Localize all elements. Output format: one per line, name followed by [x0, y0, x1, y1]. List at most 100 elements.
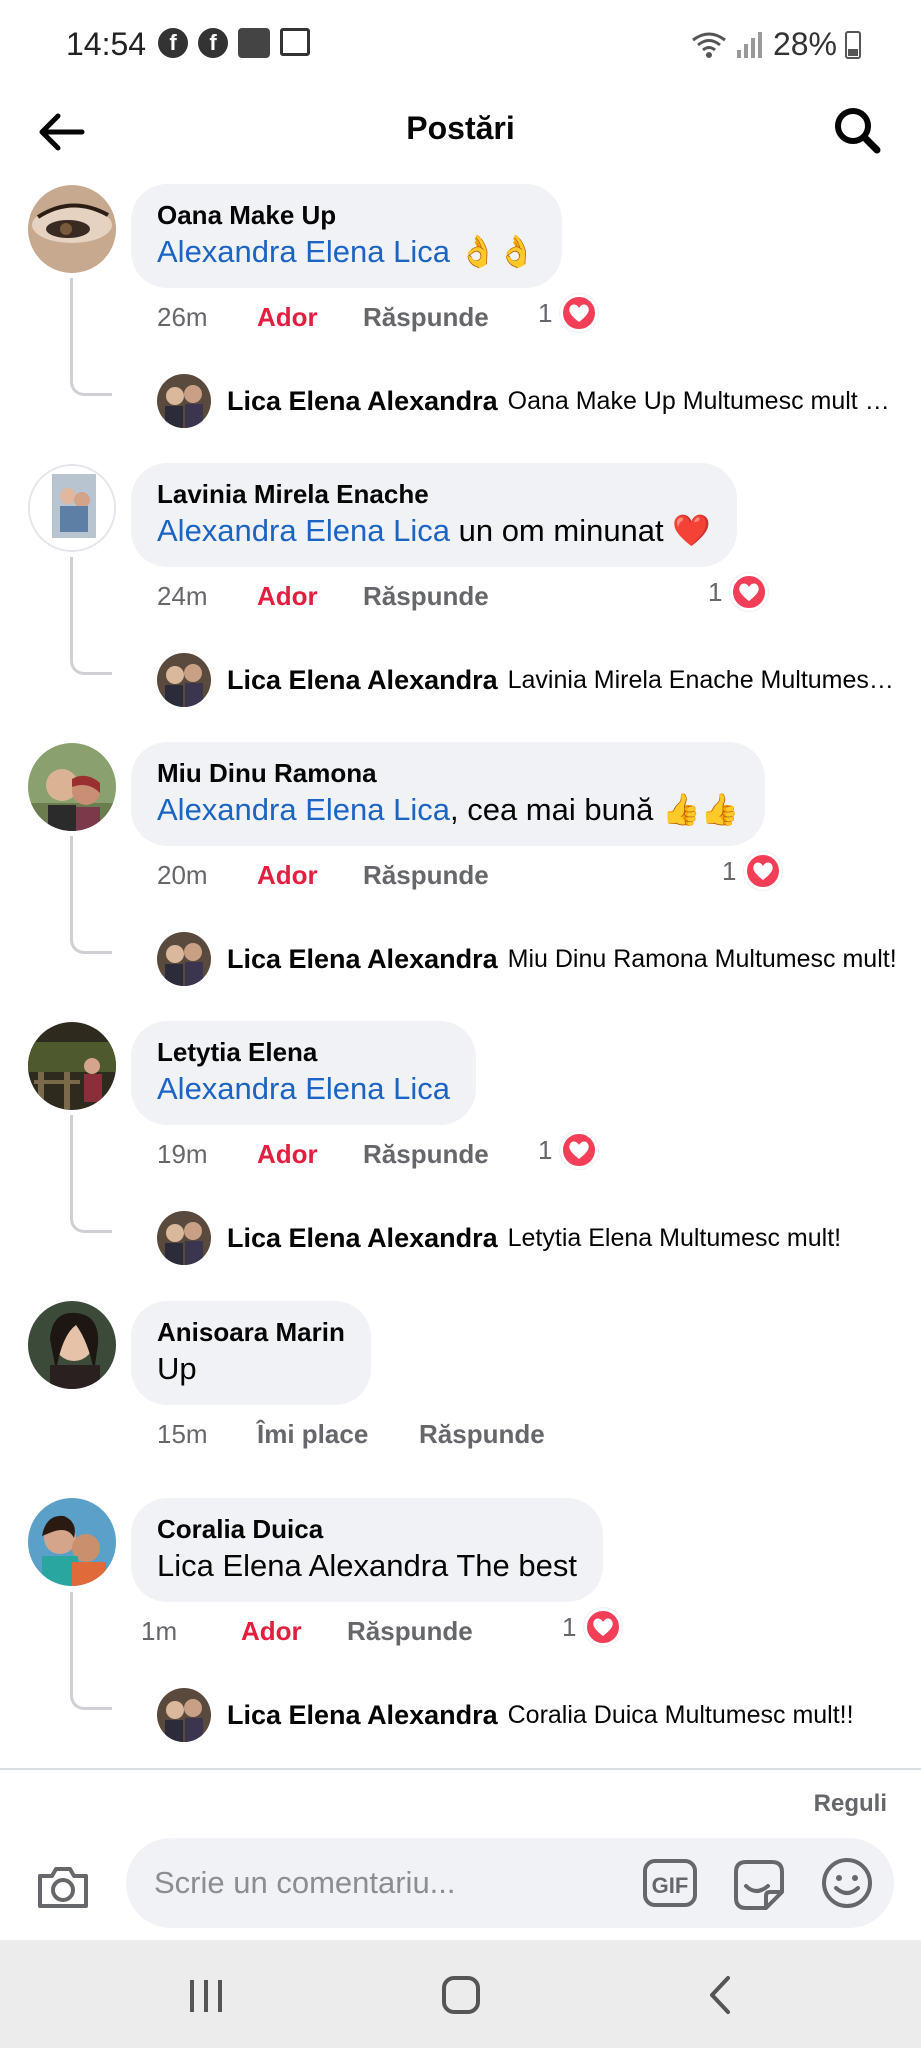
- avatar[interactable]: [28, 185, 116, 273]
- reaction-number: 1: [562, 1611, 577, 1642]
- battery-icon: [845, 30, 861, 59]
- battery-percent: 28%: [772, 26, 837, 62]
- status-right: 28%: [691, 26, 861, 63]
- comment-input[interactable]: [154, 1838, 614, 1928]
- mention-link[interactable]: Alexandra Elena Lica: [157, 513, 450, 548]
- comment-author[interactable]: Miu Dinu Ramona: [157, 756, 739, 790]
- comment-time: 26m: [157, 302, 208, 332]
- reply-text: Letytia Elena Multumesc mult!: [507, 1223, 842, 1252]
- rules-link[interactable]: Reguli: [814, 1790, 887, 1818]
- reply-avatar: [157, 1211, 211, 1265]
- svg-text:GIF: GIF: [652, 1873, 689, 1898]
- reply-author: Lica Elena Alexandra: [227, 1699, 498, 1730]
- heart-reaction-icon: [744, 852, 783, 890]
- reply-text: Lavinia Mirela Enache Multumesc mult!: [507, 665, 897, 694]
- comment-author[interactable]: Lavinia Mirela Enache: [157, 477, 711, 511]
- avatar[interactable]: [28, 1022, 116, 1110]
- comment-bubble[interactable]: Coralia Duica Lica Elena Alexandra The b…: [131, 1498, 603, 1602]
- reply-author: Lica Elena Alexandra: [227, 943, 498, 974]
- thread-line: [70, 278, 112, 396]
- page-title: Postări: [406, 110, 515, 146]
- reaction-count[interactable]: 1: [538, 1131, 599, 1169]
- thread-line: [70, 557, 112, 675]
- avatar[interactable]: [28, 1301, 116, 1389]
- reply-author: Lica Elena Alexandra: [227, 1222, 498, 1253]
- emoji-icon[interactable]: [820, 1856, 874, 1910]
- avatar[interactable]: [28, 1498, 116, 1586]
- comment-text: , cea mai bună 👍👍: [449, 792, 740, 827]
- header: Postări: [0, 90, 921, 182]
- reply-preview[interactable]: Lica Elena Alexandra Miu Dinu Ramona Mul…: [157, 932, 897, 986]
- reply-button[interactable]: Răspunde: [363, 1139, 489, 1170]
- comment-text: Lica Elena Alexandra The best: [157, 1548, 577, 1583]
- like-button[interactable]: Ador: [257, 302, 363, 333]
- avatar[interactable]: [28, 464, 116, 552]
- app-notification-icon: [238, 28, 270, 58]
- reply-author: Lica Elena Alexandra: [227, 664, 498, 695]
- reply-button[interactable]: Răspunde: [363, 302, 489, 333]
- reaction-count[interactable]: 1: [538, 294, 599, 332]
- comment-time: 15m: [157, 1419, 208, 1449]
- comment-actions: 24m Ador Răspunde: [157, 581, 489, 612]
- heart-reaction-icon: [560, 1131, 599, 1169]
- reply-button[interactable]: Răspunde: [347, 1616, 473, 1647]
- comment-bubble[interactable]: Anisoara Marin Up: [131, 1301, 371, 1405]
- status-bar: 14:54 f f 28%: [0, 0, 921, 90]
- comment-author[interactable]: Oana Make Up: [157, 198, 536, 232]
- reply-text: Coralia Duica Multumesc mult!!: [507, 1700, 854, 1729]
- comment-text: 👌👌: [449, 234, 536, 269]
- reply-preview[interactable]: Lica Elena Alexandra Oana Make Up Multum…: [157, 374, 897, 428]
- reply-text: Oana Make Up Multumesc mult mult!: [507, 386, 897, 415]
- comment-time: 1m: [141, 1616, 178, 1646]
- reply-preview[interactable]: Lica Elena Alexandra Letytia Elena Multu…: [157, 1211, 897, 1265]
- reply-button[interactable]: Răspunde: [363, 860, 489, 891]
- comment-bubble[interactable]: Miu Dinu Ramona Alexandra Elena Lica, ce…: [131, 742, 766, 846]
- comment-actions: 20m Ador Răspunde: [157, 860, 489, 891]
- comment-actions: 15m Îmi place Răspunde: [157, 1419, 545, 1450]
- reply-preview[interactable]: Lica Elena Alexandra Coralia Duica Multu…: [157, 1688, 897, 1742]
- reply-button[interactable]: Răspunde: [419, 1419, 545, 1450]
- nav-back-icon[interactable]: [700, 1974, 740, 2016]
- system-navigation-bar: [0, 1940, 921, 2048]
- reaction-count[interactable]: 1: [722, 852, 783, 890]
- comment-author[interactable]: Letytia Elena: [157, 1035, 450, 1069]
- heart-reaction-icon: [560, 294, 599, 332]
- home-icon[interactable]: [440, 1974, 482, 2016]
- reply-button[interactable]: Răspunde: [363, 581, 489, 612]
- recent-apps-icon[interactable]: [186, 1976, 226, 2016]
- reply-preview[interactable]: Lica Elena Alexandra Lavinia Mirela Enac…: [157, 653, 897, 707]
- comment-bubble[interactable]: Lavinia Mirela Enache Alexandra Elena Li…: [131, 463, 737, 567]
- comment-bubble[interactable]: Letytia Elena Alexandra Elena Lica: [131, 1021, 476, 1125]
- image-notification-icon: [280, 28, 310, 56]
- heart-reaction-icon: [730, 573, 769, 611]
- like-button[interactable]: Ador: [257, 581, 363, 612]
- comment-author[interactable]: Coralia Duica: [157, 1512, 577, 1546]
- mention-link[interactable]: Alexandra Elena Lica: [157, 1071, 450, 1106]
- comment-actions: 1m Ador Răspunde: [141, 1616, 473, 1647]
- comment-author[interactable]: Anisoara Marin: [157, 1315, 345, 1349]
- gif-icon[interactable]: GIF: [642, 1858, 698, 1908]
- reply-avatar: [157, 932, 211, 986]
- reaction-count[interactable]: 1: [562, 1608, 623, 1646]
- heart-reaction-icon: [584, 1608, 623, 1646]
- like-button[interactable]: Ador: [257, 1139, 363, 1170]
- facebook-notification-icon: f: [158, 28, 188, 58]
- like-button[interactable]: Ador: [257, 860, 363, 891]
- comment-bubble[interactable]: Oana Make Up Alexandra Elena Lica 👌👌: [131, 184, 562, 288]
- reply-author: Lica Elena Alexandra: [227, 385, 498, 416]
- wifi-icon: [692, 32, 726, 58]
- camera-icon[interactable]: [34, 1858, 92, 1916]
- avatar[interactable]: [28, 743, 116, 831]
- reply-avatar: [157, 653, 211, 707]
- reaction-number: 1: [708, 576, 723, 607]
- divider: [0, 1768, 921, 1770]
- mention-link[interactable]: Alexandra Elena Lica: [157, 792, 450, 827]
- search-icon[interactable]: [829, 102, 885, 158]
- like-button[interactable]: Ador: [241, 1616, 347, 1647]
- reaction-count[interactable]: 1: [708, 573, 769, 611]
- like-button[interactable]: Îmi place: [257, 1419, 419, 1450]
- mention-link[interactable]: Alexandra Elena Lica: [157, 234, 450, 269]
- comment-time: 24m: [157, 581, 208, 611]
- sticker-icon[interactable]: [730, 1856, 788, 1914]
- status-time: 14:54: [66, 26, 147, 62]
